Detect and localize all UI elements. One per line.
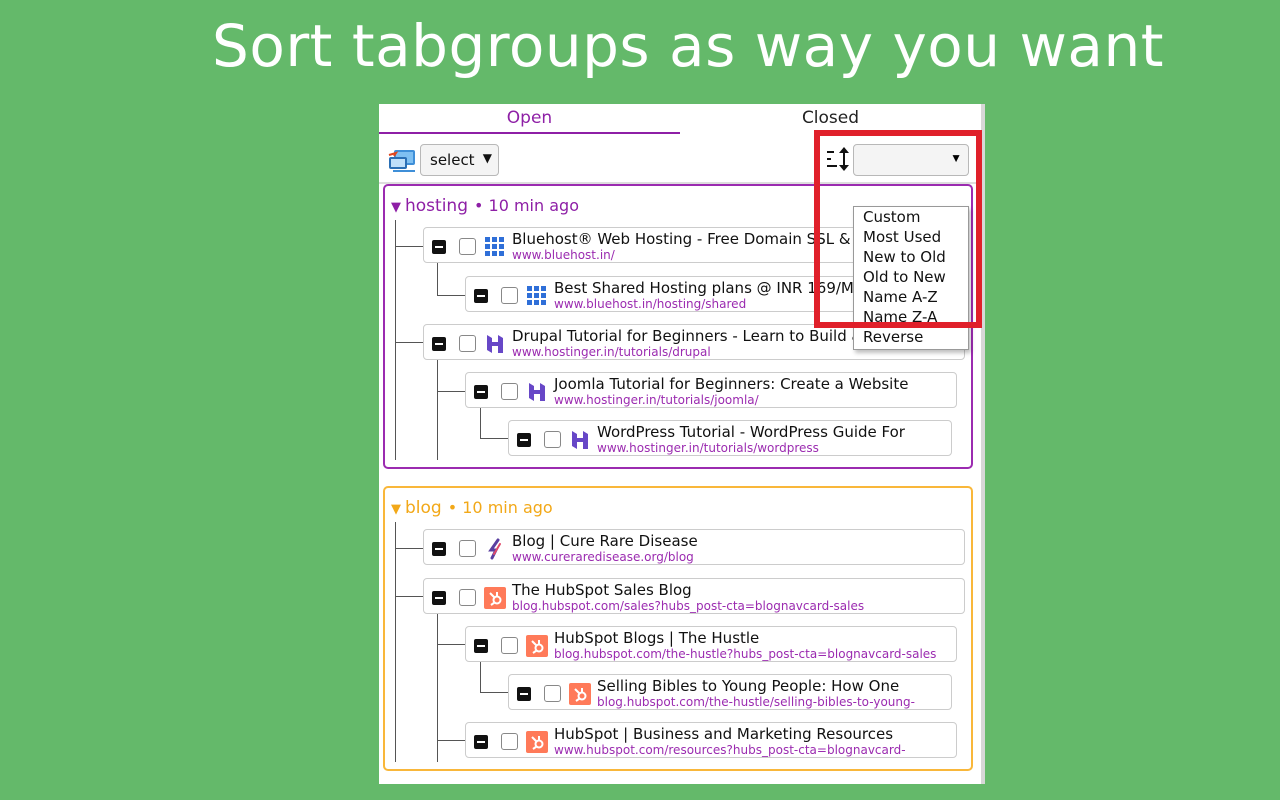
hubspot-icon xyxy=(484,587,506,609)
tab-checkbox[interactable] xyxy=(501,383,518,400)
tab-checkbox[interactable] xyxy=(459,238,476,255)
tab-title: Selling Bibles to Young People: How One xyxy=(597,677,900,695)
tree-line xyxy=(395,548,423,549)
tab-title: WordPress Tutorial - WordPress Guide For xyxy=(597,423,905,441)
tree-line xyxy=(437,740,465,741)
tree-line xyxy=(437,295,465,296)
tab-url: www.cureraredisease.org/blog xyxy=(512,550,694,564)
tab-checkbox[interactable] xyxy=(501,637,518,654)
tree-line xyxy=(395,342,423,343)
collapse-minus-icon[interactable] xyxy=(432,591,446,605)
window-select-value: select xyxy=(430,151,475,169)
tab-checkbox[interactable] xyxy=(501,733,518,750)
hostinger-h-icon xyxy=(572,431,588,449)
tab-title: The HubSpot Sales Blog xyxy=(512,581,692,599)
collapse-minus-icon[interactable] xyxy=(474,289,488,303)
tab-checkbox[interactable] xyxy=(459,335,476,352)
tab-url: www.bluehost.in/ xyxy=(512,248,615,262)
tree-line xyxy=(437,360,438,460)
tab-row[interactable]: WordPress Tutorial - WordPress Guide For… xyxy=(508,420,952,456)
tree-line xyxy=(437,391,465,392)
tab-row[interactable]: Selling Bibles to Young People: How One … xyxy=(508,674,952,710)
tab-url: www.hostinger.in/tutorials/drupal xyxy=(512,345,711,359)
cure-rare-disease-icon xyxy=(488,538,501,560)
tree-line xyxy=(437,644,465,645)
tab-checkbox[interactable] xyxy=(544,431,561,448)
collapse-minus-icon[interactable] xyxy=(432,337,446,351)
chevron-down-icon: ▼ xyxy=(482,151,492,165)
group-time: • 10 min ago xyxy=(447,498,553,517)
tab-url: www.hubspot.com/resources?hubs_post-cta=… xyxy=(554,743,906,757)
tree-line xyxy=(395,246,423,247)
tab-checkbox[interactable] xyxy=(459,540,476,557)
tab-row[interactable]: Blog | Cure Rare Disease www.cureraredis… xyxy=(423,529,965,565)
windows-icon[interactable] xyxy=(387,147,417,173)
headline: Sort tabgroups as way you want xyxy=(212,12,1164,80)
collapse-minus-icon[interactable] xyxy=(432,240,446,254)
tab-checkbox[interactable] xyxy=(544,685,561,702)
tabgroup-blog: ▼ blog • 10 min ago Blog | Cure Rare Disea… xyxy=(383,486,973,771)
tab-row[interactable]: HubSpot Blogs | The Hustle blog.hubspot.… xyxy=(465,626,957,662)
hubspot-icon xyxy=(526,635,548,657)
tab-url: www.hostinger.in/tutorials/wordpress xyxy=(597,441,819,455)
tree-line xyxy=(437,262,438,296)
hubspot-icon xyxy=(526,731,548,753)
bluehost-grid-icon xyxy=(485,237,504,256)
bluehost-grid-icon xyxy=(527,286,546,305)
tab-open[interactable]: Open xyxy=(379,104,680,134)
tab-checkbox[interactable] xyxy=(501,287,518,304)
tree-line xyxy=(480,692,508,693)
group-name: blog xyxy=(405,498,442,518)
tab-url: blog.hubspot.com/the-hustle?hubs_post-ct… xyxy=(554,647,937,661)
highlight-box xyxy=(814,130,982,328)
collapse-minus-icon[interactable] xyxy=(517,687,531,701)
tree-line xyxy=(395,596,423,597)
collapse-minus-icon[interactable] xyxy=(517,433,531,447)
collapse-minus-icon[interactable] xyxy=(474,639,488,653)
tree-line xyxy=(395,522,396,762)
collapse-triangle-icon[interactable]: ▼ xyxy=(391,200,401,215)
tab-row[interactable]: The HubSpot Sales Blog blog.hubspot.com/… xyxy=(423,578,965,614)
tab-title: Blog | Cure Rare Disease xyxy=(512,532,698,550)
hubspot-icon xyxy=(569,683,591,705)
tree-line xyxy=(395,220,396,460)
tree-line xyxy=(480,408,481,438)
tab-row[interactable]: Joomla Tutorial for Beginners: Create a … xyxy=(465,372,957,408)
group-time: • 10 min ago xyxy=(474,196,579,215)
tab-row[interactable]: HubSpot | Business and Marketing Resourc… xyxy=(465,722,957,758)
tab-checkbox[interactable] xyxy=(459,589,476,606)
tab-title: HubSpot | Business and Marketing Resourc… xyxy=(554,725,894,743)
tab-title: Joomla Tutorial for Beginners: Create a … xyxy=(554,375,909,393)
tab-url: blog.hubspot.com/the-hustle/selling-bibl… xyxy=(597,695,915,709)
hostinger-h-icon xyxy=(487,335,503,353)
tab-url: blog.hubspot.com/sales?hubs_post-cta=blo… xyxy=(512,599,865,613)
hostinger-h-icon xyxy=(529,383,545,401)
collapse-minus-icon[interactable] xyxy=(474,735,488,749)
group-header[interactable]: ▼ hosting • 10 min ago xyxy=(391,196,579,216)
tree-line xyxy=(480,662,481,692)
tab-title: HubSpot Blogs | The Hustle xyxy=(554,629,760,647)
tree-line xyxy=(480,438,508,439)
collapse-triangle-icon[interactable]: ▼ xyxy=(391,502,401,517)
tab-url: www.bluehost.in/hosting/shared xyxy=(554,297,747,311)
sort-option-reverse[interactable]: Reverse xyxy=(854,327,968,347)
collapse-minus-icon[interactable] xyxy=(432,542,446,556)
group-header[interactable]: ▼ blog • 10 min ago xyxy=(391,498,553,518)
window-select[interactable]: select ▼ xyxy=(420,144,499,176)
group-name: hosting xyxy=(405,196,468,216)
collapse-minus-icon[interactable] xyxy=(474,385,488,399)
tab-url: www.hostinger.in/tutorials/joomla/ xyxy=(554,393,759,407)
